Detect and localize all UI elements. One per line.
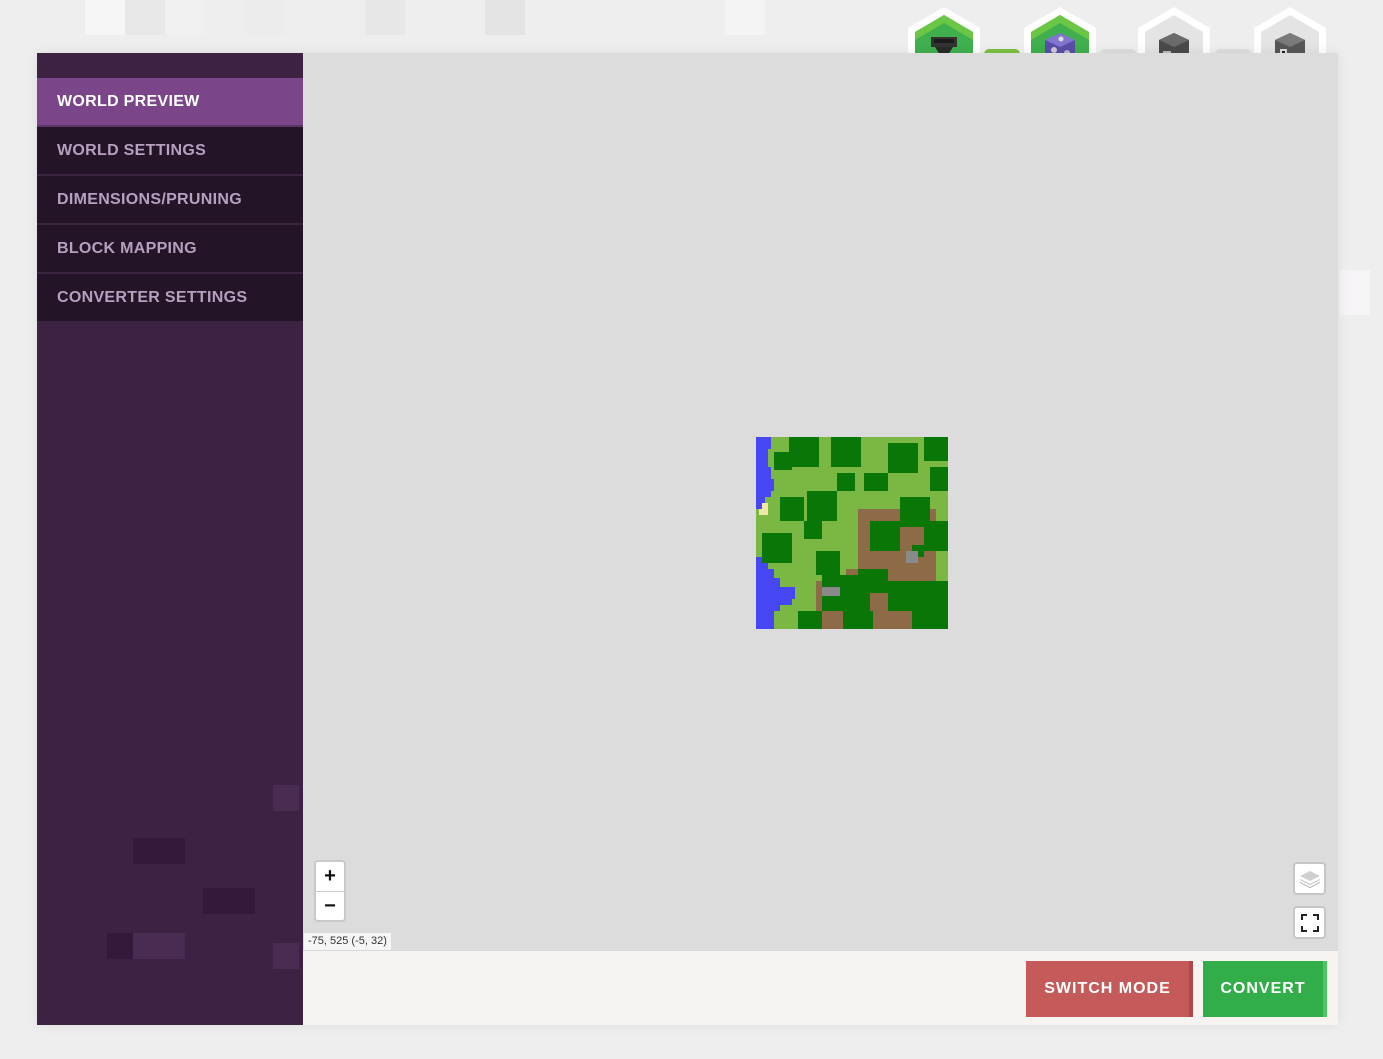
sidebar: WORLD PREVIEW WORLD SETTINGS DIMENSIONS/…	[37, 53, 318, 1025]
sidebar-texture-pixel	[203, 888, 255, 914]
sidebar-item-label: DIMENSIONS/PRUNING	[57, 190, 242, 208]
sidebar-item-label: WORLD PREVIEW	[57, 92, 200, 110]
sidebar-item-label: CONVERTER SETTINGS	[57, 288, 248, 306]
app-window: WORLD PREVIEW WORLD SETTINGS DIMENSIONS/…	[37, 53, 1338, 1025]
background-block	[1340, 270, 1370, 315]
switch-mode-button[interactable]: SWITCH MODE	[1026, 961, 1193, 1017]
sidebar-texture-pixel	[273, 943, 299, 969]
sidebar-item-world-preview[interactable]: WORLD PREVIEW	[37, 78, 318, 127]
sidebar-item-block-mapping[interactable]: BLOCK MAPPING	[37, 225, 303, 274]
background-block	[245, 0, 285, 35]
sidebar-texture-pixel	[273, 785, 299, 811]
background-block	[125, 0, 165, 35]
sidebar-item-dimensions-pruning[interactable]: DIMENSIONS/PRUNING	[37, 176, 303, 225]
sidebar-texture-pixel	[107, 933, 133, 959]
fullscreen-button[interactable]	[1293, 906, 1326, 939]
background-block	[165, 0, 205, 35]
sidebar-header	[37, 53, 303, 78]
sidebar-item-world-settings[interactable]: WORLD SETTINGS	[37, 127, 303, 176]
coordinate-readout: -75, 525 (-5, 32)	[304, 933, 391, 950]
zoom-control: + −	[314, 860, 346, 922]
convert-button[interactable]: CONVERT	[1203, 961, 1327, 1017]
layers-button[interactable]	[1293, 862, 1326, 895]
zoom-in-button[interactable]: +	[316, 862, 344, 891]
background-block	[725, 0, 765, 35]
sidebar-texture-pixel	[133, 933, 185, 959]
sidebar-item-converter-settings[interactable]: CONVERTER SETTINGS	[37, 274, 303, 323]
layers-icon	[1299, 870, 1320, 888]
background-block	[365, 0, 405, 35]
map-tile	[756, 437, 948, 629]
background-block	[85, 0, 125, 35]
zoom-out-button[interactable]: −	[316, 891, 344, 920]
background-block	[485, 0, 525, 35]
action-bar: SWITCH MODE CONVERT	[303, 950, 1338, 1025]
world-map[interactable]: + − -75, 525 (-5, 32)	[303, 53, 1338, 950]
fullscreen-icon	[1300, 913, 1319, 932]
sidebar-item-label: BLOCK MAPPING	[57, 239, 197, 257]
sidebar-item-label: WORLD SETTINGS	[57, 141, 207, 159]
sidebar-texture-pixel	[133, 838, 185, 864]
